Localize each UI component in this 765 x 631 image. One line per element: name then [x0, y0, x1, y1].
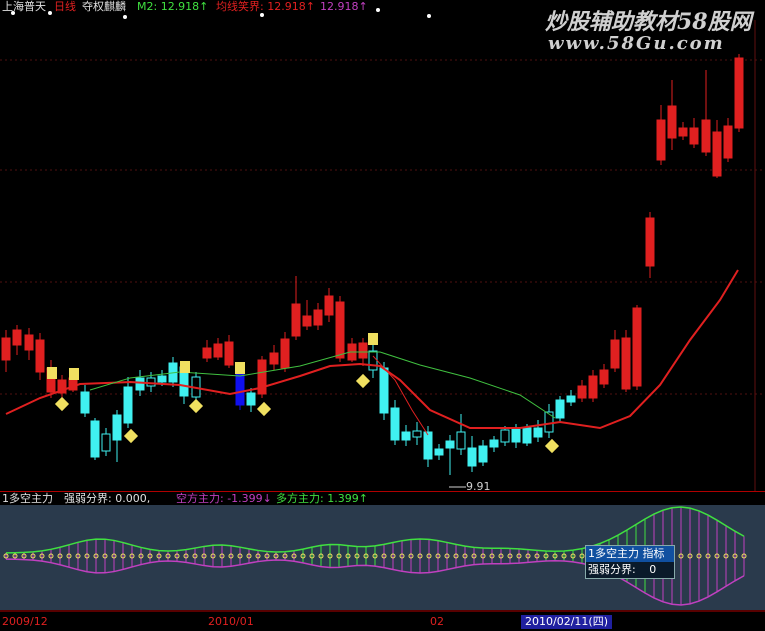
- candle: [678, 127, 688, 137]
- tooltip-row-value: 0: [649, 563, 657, 576]
- indicator-tooltip: 1多空主力 指标 强弱分界: 0: [585, 545, 675, 579]
- candle: [577, 385, 587, 399]
- bear-force-readout: 空方主力: -1.399↓: [176, 492, 272, 505]
- candle: [610, 339, 620, 369]
- candle: [90, 420, 100, 458]
- candle: [645, 217, 655, 267]
- candle: [123, 386, 133, 424]
- candle: [235, 371, 245, 406]
- candle: [213, 343, 223, 358]
- candle: [112, 414, 122, 441]
- candle: [401, 431, 411, 441]
- candle: [423, 431, 433, 460]
- xaxis-label-dec: 2009/12: [2, 615, 48, 628]
- candle: [246, 392, 256, 406]
- candle: [202, 347, 212, 359]
- candle: [599, 369, 609, 385]
- candle: [302, 315, 312, 327]
- candle: [280, 338, 290, 369]
- header-dot: [427, 14, 431, 18]
- candle: [390, 407, 400, 441]
- candle: [734, 57, 744, 129]
- candle: [445, 440, 455, 449]
- candle: [1, 337, 11, 361]
- candle: [146, 377, 156, 387]
- candle: [478, 445, 488, 463]
- candle: [555, 399, 565, 419]
- candle: [379, 367, 389, 414]
- candle: [712, 131, 722, 177]
- candle: [324, 295, 334, 316]
- xaxis-label-jan: 2010/01: [208, 615, 254, 628]
- cursor-date: 2010/02/11(四): [521, 615, 612, 629]
- candle: [723, 125, 733, 159]
- candle: [467, 447, 477, 467]
- sell-signal-marker: [54, 396, 70, 412]
- candle: [101, 433, 111, 452]
- ma-green-line: [89, 351, 556, 419]
- candle: [335, 301, 345, 359]
- candle: [533, 427, 543, 438]
- candle: [701, 119, 711, 153]
- candle: [224, 341, 234, 366]
- subpanel-name: 1多空主力: [2, 492, 53, 505]
- candle: [621, 337, 631, 390]
- chart-window[interactable]: 上海普天 日线 夺权麒麟 M2: 12.918↑ 均线笑界: 12.918↑ 1…: [0, 0, 765, 631]
- candle: [434, 448, 444, 456]
- candle: [412, 430, 422, 438]
- buy-signal-marker: [368, 333, 378, 345]
- tooltip-row-label: 强弱分界:: [588, 563, 636, 576]
- buy-signal-marker: [47, 367, 57, 379]
- strength-boundary: 强弱分界: 0.000,: [64, 492, 151, 505]
- sell-signal-marker: [544, 438, 560, 454]
- candle: [588, 375, 598, 399]
- candle: [511, 427, 521, 443]
- sell-signal-marker: [188, 398, 204, 414]
- header-dot: [48, 11, 52, 15]
- candle: [80, 391, 90, 414]
- tooltip-title: 1多空主力 指标: [586, 546, 674, 562]
- header-dot: [260, 13, 264, 17]
- candle: [544, 411, 554, 433]
- bull-force-readout: 多方主力: 1.399↑: [276, 492, 368, 505]
- candle: [269, 352, 279, 365]
- sell-signal-marker: [256, 401, 272, 417]
- candle: [656, 119, 666, 161]
- candle: [12, 329, 22, 346]
- candle: [35, 339, 45, 373]
- candle: [24, 334, 34, 351]
- buy-signal-marker: [69, 368, 79, 380]
- candle: [689, 127, 699, 145]
- sell-signal-marker: [123, 428, 139, 444]
- candle: [522, 427, 532, 444]
- buy-signal-marker: [235, 362, 245, 374]
- xaxis-strip: [0, 611, 765, 631]
- tooltip-row: 强弱分界: 0: [586, 562, 674, 578]
- header-dot: [11, 11, 15, 15]
- header-dot: [376, 8, 380, 12]
- buy-signal-marker: [180, 361, 190, 373]
- candle: [157, 375, 167, 383]
- header-dot: [123, 15, 127, 19]
- candle: [358, 342, 368, 359]
- candle: [368, 350, 378, 371]
- xaxis-label-feb: 02: [430, 615, 444, 628]
- candle: [313, 309, 323, 326]
- candle: [489, 439, 499, 448]
- sell-signal-marker: [355, 373, 371, 389]
- candle: [135, 377, 145, 391]
- candle: [667, 105, 677, 139]
- candle: [291, 303, 301, 337]
- candle: [456, 431, 466, 450]
- price-chart[interactable]: [0, 0, 765, 631]
- candle: [500, 429, 510, 443]
- candle: [566, 395, 576, 403]
- candle: [632, 307, 642, 387]
